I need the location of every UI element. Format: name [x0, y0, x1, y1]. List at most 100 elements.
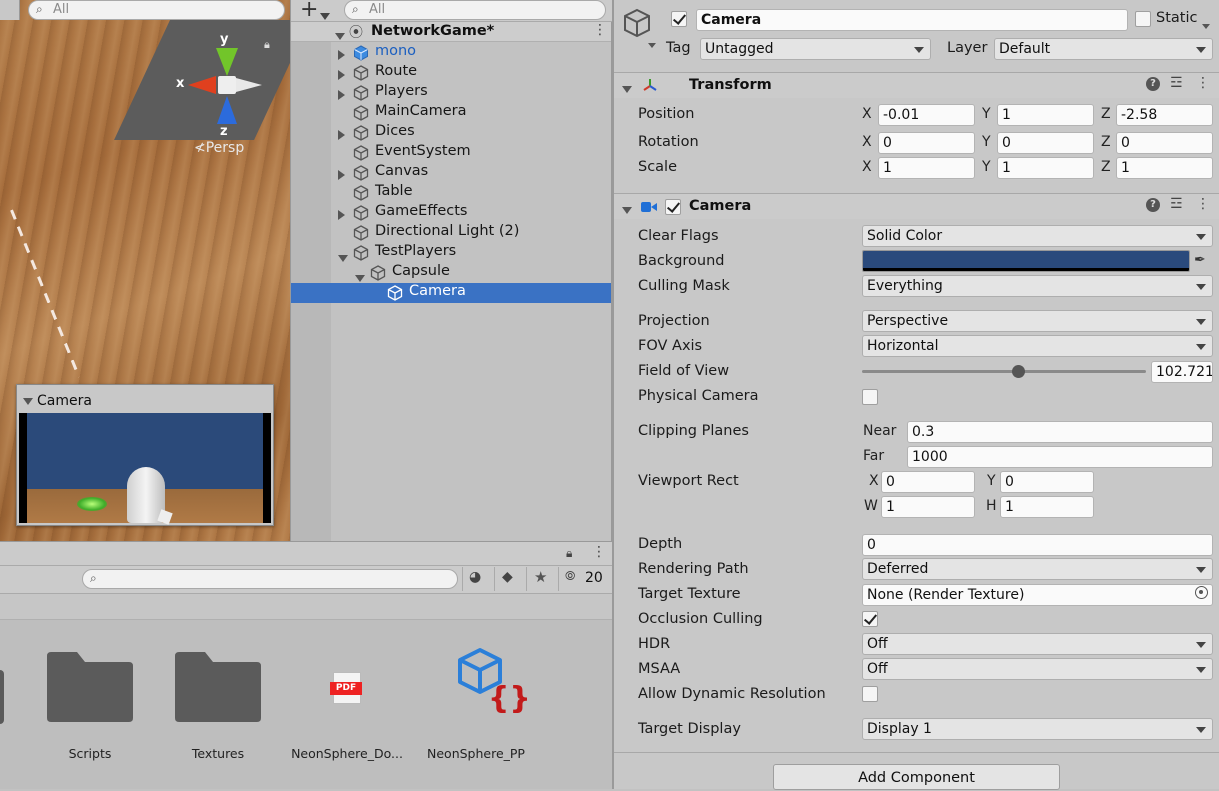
expand-arrow-icon[interactable]	[338, 68, 345, 84]
orientation-gizmo[interactable]: y x z ≮Persp 🔒︎	[170, 30, 280, 160]
panel-menu-icon[interactable]: ⋮	[592, 544, 606, 560]
rotation-z-field[interactable]: 0	[1116, 132, 1213, 154]
project-asset-folder[interactable]: Scripts	[40, 650, 140, 761]
active-checkbox[interactable]	[671, 11, 687, 27]
clear-flags-dropdown[interactable]: Solid Color	[862, 225, 1213, 247]
project-asset-folder[interactable]: Textures	[168, 650, 268, 761]
lock-icon[interactable]: 🔒︎	[264, 38, 270, 52]
hierarchy-item[interactable]: GameEffects	[291, 203, 611, 223]
tag-dropdown[interactable]: Untagged	[700, 38, 931, 60]
expand-arrow-icon[interactable]	[338, 208, 345, 224]
static-checkbox[interactable]	[1135, 11, 1151, 27]
layer-dropdown[interactable]: Default	[994, 38, 1213, 60]
hdr-dropdown[interactable]: Off	[862, 633, 1213, 655]
gizmo-x-cone[interactable]	[188, 76, 216, 94]
target-display-dropdown[interactable]: Display 1	[862, 718, 1213, 740]
position-z-label[interactable]: Z	[1101, 106, 1111, 122]
camera-component-header[interactable]: Camera ? ☲ ⋮	[614, 193, 1219, 219]
expand-arrow-icon[interactable]	[338, 128, 345, 144]
rotation-x-field[interactable]: 0	[878, 132, 975, 154]
hierarchy-item[interactable]: TestPlayers	[291, 243, 611, 263]
background-color-field[interactable]	[862, 250, 1190, 272]
occlusion-culling-checkbox[interactable]	[862, 611, 878, 627]
fov-axis-dropdown[interactable]: Horizontal	[862, 335, 1213, 357]
dynamic-resolution-checkbox[interactable]	[862, 686, 878, 702]
gizmo-neg-x-cone[interactable]	[236, 78, 262, 92]
scale-x-field[interactable]: 1	[878, 157, 975, 179]
persp-label[interactable]: ≮Persp	[194, 140, 244, 156]
lock-icon[interactable]: 🔒︎	[566, 546, 572, 561]
gizmo-center[interactable]	[218, 76, 236, 94]
position-x-label[interactable]: X	[862, 106, 872, 122]
scale-z-label[interactable]: Z	[1101, 159, 1111, 175]
expand-arrow-icon[interactable]	[338, 168, 345, 184]
expand-arrow-icon[interactable]	[338, 48, 345, 64]
position-y-field[interactable]: 1	[997, 104, 1094, 126]
scale-y-label[interactable]: Y	[982, 159, 991, 175]
rotation-z-label[interactable]: Z	[1101, 134, 1111, 150]
rotation-y-field[interactable]: 0	[997, 132, 1094, 154]
fov-slider-track[interactable]	[862, 370, 1146, 373]
hierarchy-item[interactable]: Route	[291, 63, 611, 83]
transform-header[interactable]: Transform ? ☲ ⋮	[614, 72, 1219, 98]
hierarchy-item[interactable]: EventSystem	[291, 143, 611, 163]
camera-enabled-checkbox[interactable]	[665, 199, 681, 215]
target-texture-field[interactable]: None (Render Texture)	[862, 584, 1213, 606]
static-dropdown-arrow[interactable]	[1202, 17, 1210, 33]
component-menu-icon[interactable]: ⋮	[1196, 196, 1210, 212]
help-icon[interactable]: ?	[1146, 77, 1160, 91]
scene-menu-icon[interactable]: ⋮	[593, 22, 607, 38]
position-x-field[interactable]: -0.01	[878, 104, 975, 126]
scale-z-field[interactable]: 1	[1116, 157, 1213, 179]
projection-dropdown[interactable]: Perspective	[862, 310, 1213, 332]
hierarchy-item[interactable]: Players	[291, 83, 611, 103]
msaa-dropdown[interactable]: Off	[862, 658, 1213, 680]
preview-collapse-icon[interactable]	[23, 393, 33, 409]
fov-value-field[interactable]: 102.721	[1151, 361, 1213, 383]
hierarchy-search-input[interactable]: ⌕ All	[344, 0, 606, 20]
collapse-arrow-icon[interactable]	[622, 202, 632, 218]
object-name-field[interactable]: Camera	[696, 9, 1128, 31]
physical-camera-checkbox[interactable]	[862, 389, 878, 405]
hidden-packages-button[interactable]: ⦾ 20	[558, 567, 612, 591]
scene-search-input[interactable]: ⌕ All	[28, 0, 285, 20]
hierarchy-item[interactable]: Table	[291, 183, 611, 203]
hierarchy-item[interactable]: Canvas	[291, 163, 611, 183]
near-field[interactable]: 0.3	[907, 421, 1213, 443]
hierarchy-item[interactable]: mono	[291, 43, 611, 63]
gizmo-z-cone[interactable]	[217, 96, 237, 124]
project-asset-pdf[interactable]: PDF NeonSphere_Do...	[287, 650, 407, 761]
add-button[interactable]: +	[300, 0, 318, 22]
hierarchy-item[interactable]: Dices	[291, 123, 611, 143]
scale-y-field[interactable]: 1	[997, 157, 1094, 179]
collapse-arrow-icon[interactable]	[622, 81, 632, 97]
partial-folder-icon[interactable]	[0, 670, 4, 724]
position-z-field[interactable]: -2.58	[1116, 104, 1213, 126]
gameobject-cube-icon[interactable]	[620, 6, 654, 40]
hierarchy-item[interactable]: Capsule	[291, 263, 611, 283]
gizmo-y-cone[interactable]	[216, 48, 238, 76]
scene-root-row[interactable]: ⦿ NetworkGame* ⋮	[291, 22, 611, 42]
object-picker-icon[interactable]	[1195, 586, 1208, 599]
add-component-button[interactable]: Add Component	[773, 764, 1060, 790]
hierarchy-item[interactable]: Directional Light (2)	[291, 223, 611, 243]
vp-w-field[interactable]: 1	[881, 496, 975, 518]
scale-x-label[interactable]: X	[862, 159, 872, 175]
hierarchy-item[interactable]: MainCamera	[291, 103, 611, 123]
vp-y-field[interactable]: 0	[1000, 471, 1094, 493]
help-icon[interactable]: ?	[1146, 198, 1160, 212]
rotation-x-label[interactable]: X	[862, 134, 872, 150]
project-search-input[interactable]: ⌕	[82, 569, 458, 589]
presets-icon[interactable]: ☲	[1170, 75, 1183, 91]
filter-by-label-button[interactable]: ◆	[494, 567, 522, 591]
depth-field[interactable]: 0	[862, 534, 1213, 556]
presets-icon[interactable]: ☲	[1170, 196, 1183, 212]
far-field[interactable]: 1000	[907, 446, 1213, 468]
hierarchy-item[interactable]: Camera	[291, 283, 611, 303]
vp-h-field[interactable]: 1	[1000, 496, 1094, 518]
project-asset-prefab[interactable]: {} NeonSphere_PP	[416, 648, 536, 761]
position-y-label[interactable]: Y	[982, 106, 991, 122]
eyedropper-icon[interactable]: ✒︎	[1194, 252, 1206, 268]
component-menu-icon[interactable]: ⋮	[1196, 75, 1210, 91]
culling-mask-dropdown[interactable]: Everything	[862, 275, 1213, 297]
